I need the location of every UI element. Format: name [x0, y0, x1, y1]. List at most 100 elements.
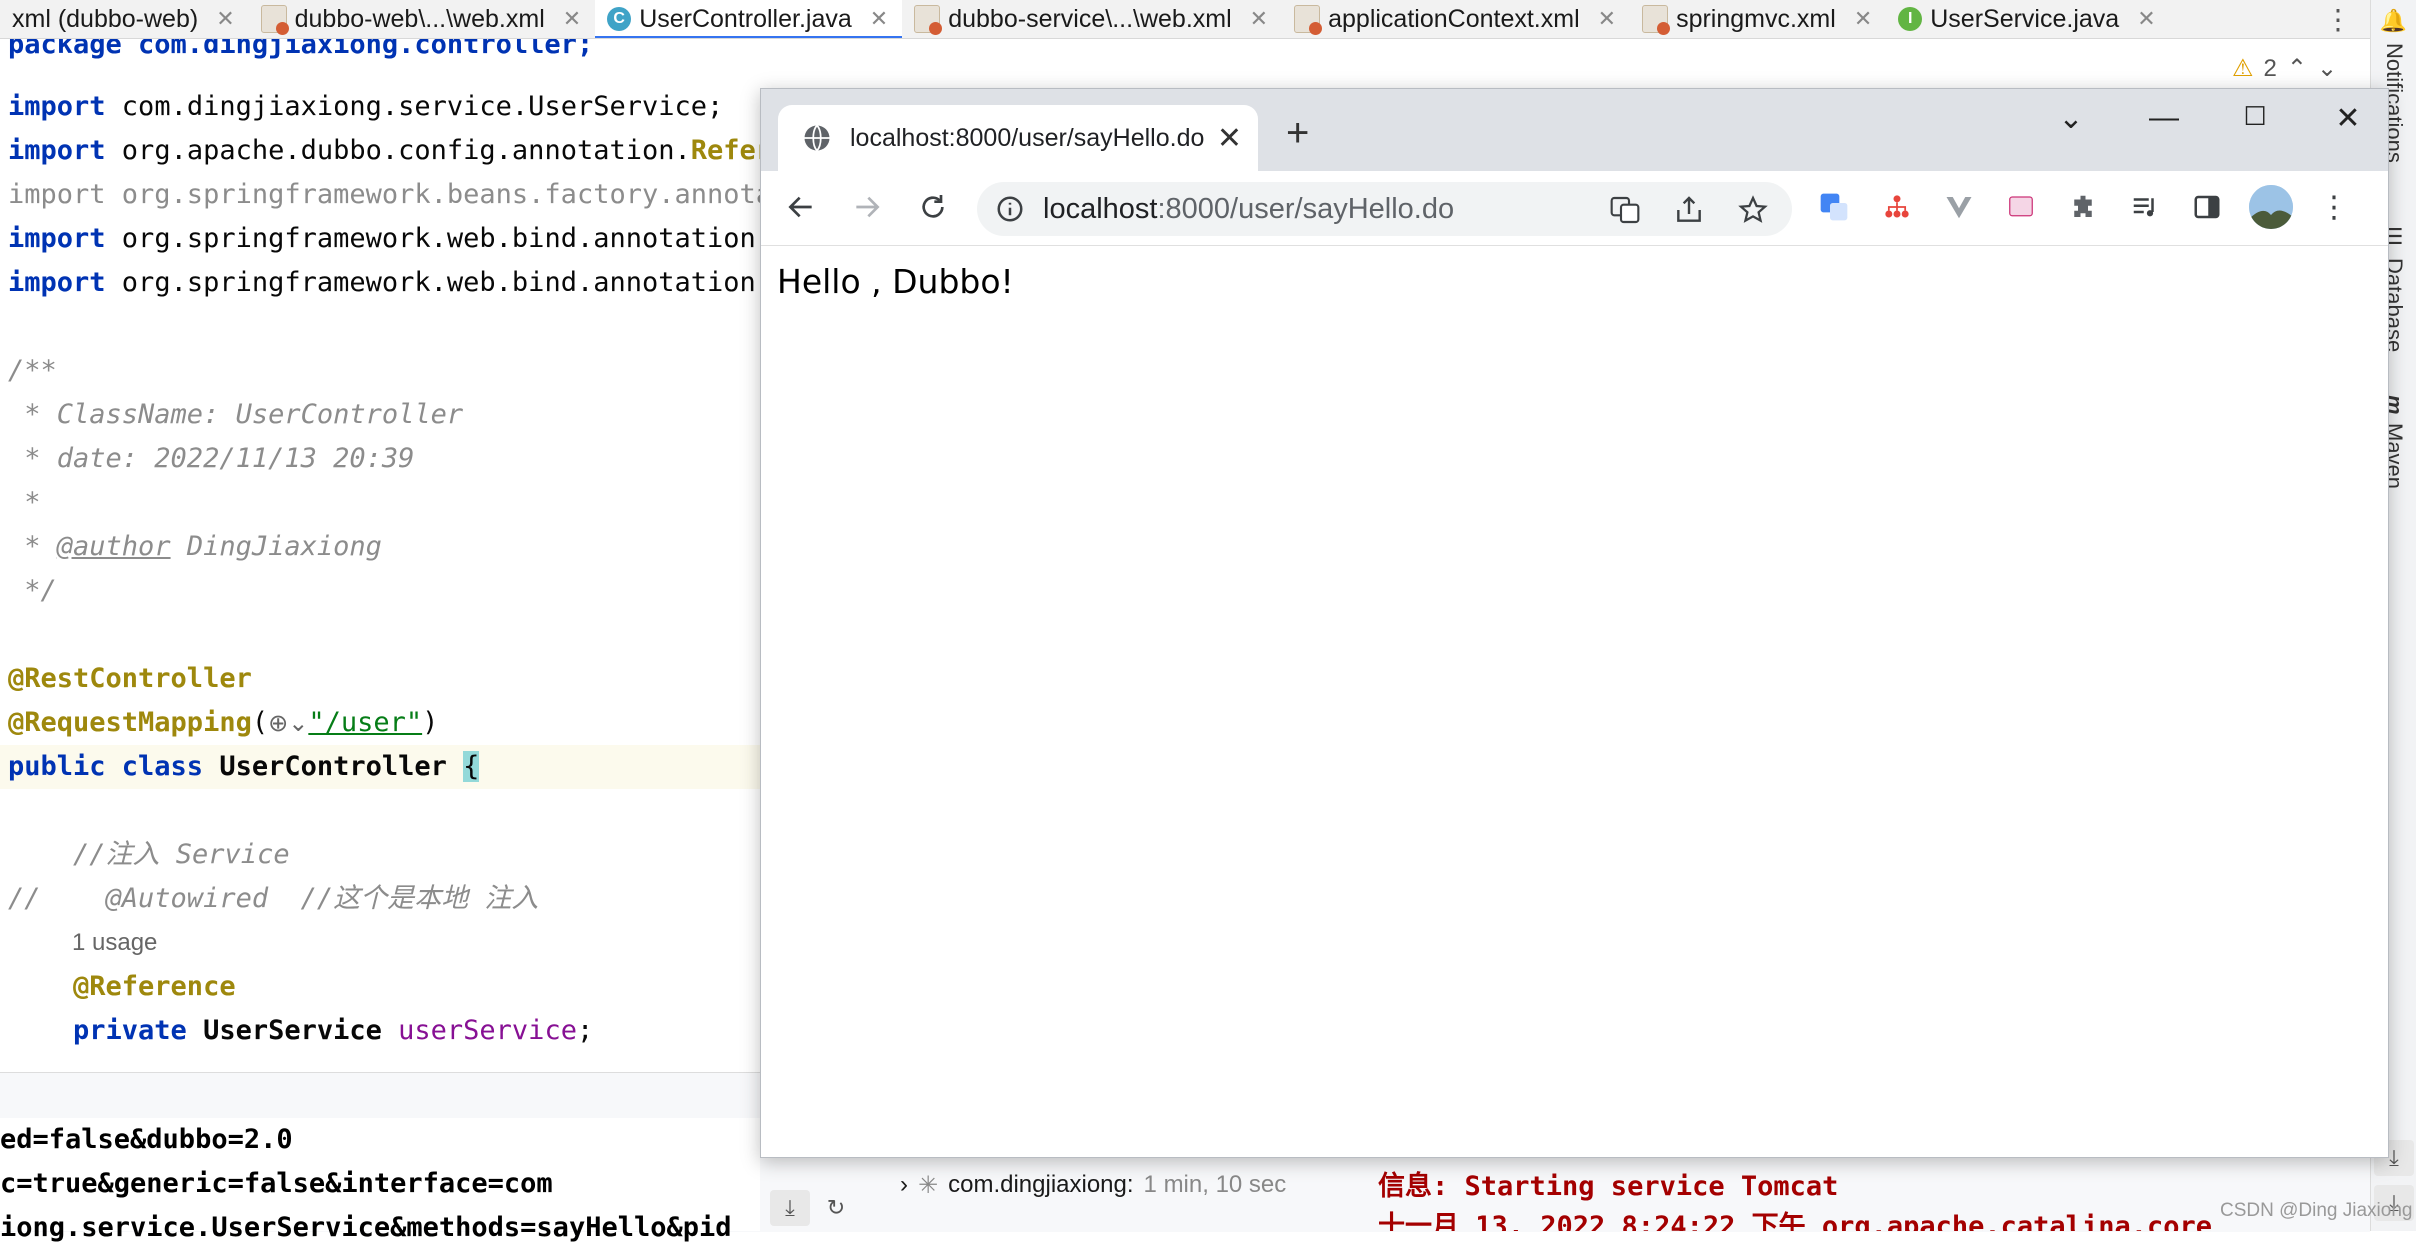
keyword: private	[8, 1015, 187, 1046]
reload-icon[interactable]	[911, 185, 955, 229]
tab-label: xml (dubbo-web)	[12, 4, 199, 33]
xml-file-icon	[1642, 5, 1671, 35]
tab-label: UserService.java	[1930, 4, 2120, 33]
usage-hint[interactable]: 1 usage	[72, 921, 157, 965]
code-editor[interactable]: package com.dingjiaxiong.controller; imp…	[0, 39, 760, 1119]
xml-file-icon	[1294, 5, 1323, 35]
code-line: import org.apache.dubbo.config.annotatio…	[8, 129, 760, 173]
google-translate-extension-icon[interactable]	[1816, 189, 1852, 225]
back-icon[interactable]	[779, 185, 823, 229]
close-icon[interactable]: ✕	[216, 6, 234, 32]
browser-window: localhost:8000/user/sayHello.do ✕ + ⌄ — …	[760, 88, 2389, 1158]
editor-tab[interactable]: applicationContext.xml ✕	[1282, 0, 1630, 38]
share-icon[interactable]	[1673, 194, 1705, 226]
forward-icon[interactable]	[845, 185, 889, 229]
close-icon[interactable]: ✕	[2137, 6, 2155, 32]
close-icon[interactable]: ✕	[563, 6, 581, 32]
globe-icon[interactable]: ⊕⌄	[268, 710, 308, 737]
editor-tab-active[interactable]: C UserController.java ✕	[595, 0, 903, 38]
vue-devtools-icon[interactable]	[1941, 189, 1977, 225]
code-line: import com.dingjiaxiong.service.UserServ…	[8, 85, 723, 129]
star-icon[interactable]	[1737, 194, 1769, 226]
spinner-icon: ✳	[918, 1171, 939, 1199]
more-vertical-icon[interactable]: ⋮	[2324, 3, 2352, 36]
run-duration: 1 min, 10 sec	[1143, 1171, 1287, 1198]
rerun-icon[interactable]: ↻	[816, 1190, 856, 1226]
globe-icon	[804, 124, 830, 152]
sitemap-extension-icon[interactable]	[1879, 189, 1915, 225]
media-queue-icon[interactable]	[2127, 189, 2163, 225]
url-host: localhost	[1043, 192, 1158, 225]
keyword: import	[8, 223, 106, 254]
class-name: UserController	[203, 751, 464, 782]
tab-label: UserController.java	[639, 4, 852, 33]
field-name: userService	[398, 1015, 577, 1046]
code-line: @RestController	[8, 663, 252, 694]
address-bar[interactable]: localhost:8000/user/sayHello.do	[977, 182, 1792, 236]
extensions-icon[interactable]	[2065, 189, 2101, 225]
code-text: *	[8, 531, 57, 562]
chevron-down-icon[interactable]: ⌄	[2317, 54, 2337, 83]
browser-tab[interactable]: localhost:8000/user/sayHello.do ✕	[778, 105, 1258, 171]
code-line: * ClassName: UserController	[8, 399, 464, 430]
close-icon[interactable]: ✕	[1598, 6, 1616, 32]
translate-icon[interactable]	[1609, 194, 1641, 226]
chevron-right-icon[interactable]: ›	[900, 1171, 908, 1199]
code-line: @Reference	[8, 971, 236, 1002]
javadoc-tag: @author	[56, 531, 171, 562]
code-line: import org.springframework.web.bind.anno…	[8, 217, 760, 261]
close-icon[interactable]: ✕	[1217, 121, 1242, 156]
chevron-down-icon[interactable]: ⌄	[2051, 101, 2091, 136]
code-text: )	[422, 707, 439, 738]
editor-tab[interactable]: dubbo-service\...\web.xml ✕	[902, 0, 1282, 38]
side-panel-icon[interactable]	[2189, 189, 2225, 225]
editor-tab[interactable]: dubbo-web\...\web.xml ✕	[249, 0, 596, 38]
code-line: */	[8, 575, 57, 606]
url-text[interactable]: localhost:8000/user/sayHello.do	[1043, 193, 1454, 226]
info-icon[interactable]	[995, 194, 1025, 224]
reader-extension-icon[interactable]	[2003, 189, 2039, 225]
code-line-unused-import: import org.springframework.beans.factory…	[8, 173, 760, 217]
code-text: org.springframework.web.bind.annotation.	[105, 267, 760, 298]
editor-tab[interactable]: I UserService.java ✕	[1886, 0, 2169, 38]
code-line: //注入 Service	[8, 839, 290, 870]
more-vertical-icon[interactable]: ⋮	[2316, 189, 2352, 225]
new-tab-icon[interactable]: +	[1286, 111, 1309, 156]
editor-tab[interactable]: springmvc.xml ✕	[1630, 0, 1886, 38]
keyword: import	[8, 135, 106, 166]
keyword: import	[8, 267, 106, 298]
warning-count: 2	[2263, 54, 2277, 82]
string-literal[interactable]: "/user"	[308, 707, 422, 738]
maximize-icon[interactable]: ☐	[2235, 101, 2275, 132]
console-output-right[interactable]: 信息: Starting service Tomcat 十一月 13, 2022…	[1360, 1160, 2360, 1231]
xml-file-icon	[914, 5, 943, 35]
close-icon[interactable]: ✕	[1250, 6, 1268, 32]
code-line: *	[8, 487, 41, 518]
minimize-icon[interactable]: —	[2144, 101, 2184, 135]
tab-label: applicationContext.xml	[1328, 4, 1580, 33]
code-text: DingJiaxiong	[170, 531, 382, 562]
console-line: c=true&generic=false&interface=com	[0, 1168, 553, 1199]
console-line: iong.service.UserService&methods=sayHell…	[0, 1212, 732, 1243]
editor-tab[interactable]: xml (dubbo-web) ✕	[0, 0, 249, 38]
profile-avatar[interactable]	[2249, 185, 2293, 229]
code-line: import org.springframework.web.bind.anno…	[8, 261, 760, 305]
code-line: private UserService userService;	[8, 1009, 593, 1053]
chevron-up-icon[interactable]: ⌃	[2287, 54, 2307, 83]
bell-icon: 🔔	[2382, 8, 2407, 35]
editor-tab-bar: xml (dubbo-web) ✕ dubbo-web\...\web.xml …	[0, 0, 2370, 39]
annotation-text: Refer	[690, 135, 760, 166]
tab-label: dubbo-service\...\web.xml	[948, 4, 1232, 33]
code-line-current: public class UserController {	[0, 745, 760, 789]
close-icon[interactable]: ✕	[1854, 6, 1872, 32]
run-tree-item[interactable]: › ✳ com.dingjiaxiong: 1 min, 10 sec	[900, 1160, 1350, 1210]
close-window-icon[interactable]: ✕	[2328, 101, 2368, 136]
interface-icon: I	[1898, 7, 1923, 31]
code-text: org.springframework.web.bind.annotation.	[105, 223, 760, 254]
browser-toolbar: localhost:8000/user/sayHello.do ⋮	[761, 171, 2388, 246]
scroll-to-end-icon[interactable]: ⤓	[770, 1190, 810, 1226]
keyword: public class	[8, 751, 204, 782]
console-output-left[interactable]: ed=false&dubbo=2.0 c=true&generic=false&…	[0, 1118, 760, 1243]
close-icon[interactable]: ✕	[870, 6, 888, 32]
console-line: 信息: Starting service Tomcat	[1378, 1171, 1839, 1202]
